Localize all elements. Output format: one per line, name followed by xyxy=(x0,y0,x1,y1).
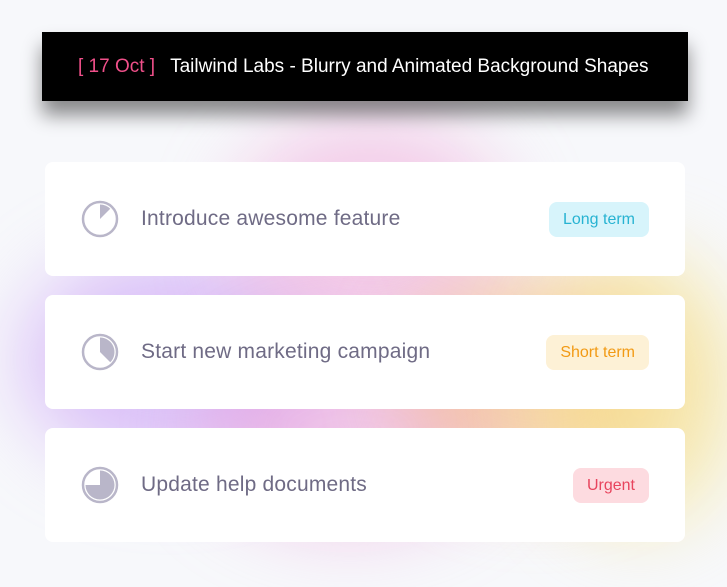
status-badge: Long term xyxy=(548,201,649,237)
status-badge: Urgent xyxy=(572,467,649,503)
title-bar: [ 17 Oct ] Tailwind Labs - Blurry and An… xyxy=(42,32,688,101)
progress-pie-icon xyxy=(81,200,119,238)
page-title: Tailwind Labs - Blurry and Animated Back… xyxy=(170,55,649,77)
progress-pie-icon xyxy=(81,466,119,504)
title-date: [ 17 Oct ] xyxy=(78,55,156,77)
task-title: Start new marketing campaign xyxy=(141,340,431,363)
task-title: Introduce awesome feature xyxy=(141,207,401,230)
task-card[interactable]: Introduce awesome feature Long term xyxy=(45,162,685,276)
status-badge: Short term xyxy=(546,334,649,370)
progress-pie-icon xyxy=(81,333,119,371)
task-card[interactable]: Update help documents Urgent xyxy=(45,428,685,542)
task-card[interactable]: Start new marketing campaign Short term xyxy=(45,295,685,409)
task-list: Introduce awesome feature Long term Star… xyxy=(45,162,685,561)
task-title: Update help documents xyxy=(141,473,368,496)
